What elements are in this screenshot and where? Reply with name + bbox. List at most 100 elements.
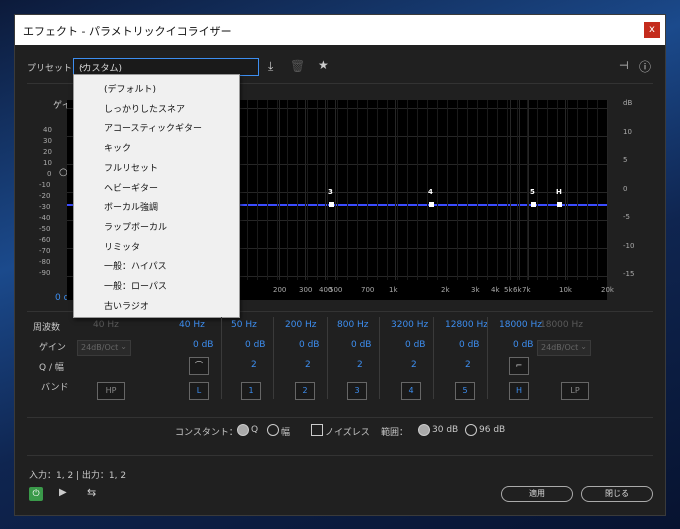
shelf-shape-icon[interactable]: ⌒ xyxy=(189,357,209,375)
band-toggle-button[interactable]: L xyxy=(189,382,209,400)
band-gain[interactable]: 0 dB xyxy=(459,340,479,350)
loop-icon[interactable]: ⇆ xyxy=(87,486,96,499)
power-icon[interactable]: ⏻ xyxy=(29,487,43,501)
band-freq[interactable]: 200 Hz xyxy=(285,320,317,330)
preset-option[interactable]: 一般：ローパス xyxy=(104,279,167,292)
range-96-radio[interactable] xyxy=(465,424,477,436)
routing-icon[interactable]: ⊣ xyxy=(619,59,629,72)
left-scale-tick: -10 xyxy=(39,181,51,189)
lp-slope-select[interactable]: 24dB/Oct ⌄ xyxy=(537,340,591,356)
constant-width-radio[interactable] xyxy=(267,424,279,436)
shelf-shape-icon[interactable]: ⌐ xyxy=(509,357,529,375)
grid-line xyxy=(397,100,398,280)
band-row-label: バンド xyxy=(41,383,69,393)
grid-line xyxy=(347,100,348,280)
save-preset-icon[interactable]: ⤓ xyxy=(268,59,273,74)
band-gain[interactable]: 0 dB xyxy=(351,340,371,350)
column-divider xyxy=(273,317,274,399)
close-dialog-button[interactable]: 閉じる xyxy=(581,486,653,502)
hp-freq[interactable]: 40 Hz xyxy=(93,320,119,330)
band-toggle-button[interactable]: 5 xyxy=(455,382,475,400)
preset-option[interactable]: リミッタ xyxy=(104,240,140,253)
hp-slope-select[interactable]: 24dB/Oct ⌄ xyxy=(77,340,131,356)
band-q[interactable]: 2 xyxy=(305,360,311,370)
favorite-star-icon[interactable]: ★ xyxy=(318,58,329,72)
band-gain[interactable]: 0 dB xyxy=(245,340,265,350)
band-toggle-button[interactable]: 3 xyxy=(347,382,367,400)
band-freq[interactable]: 18000 Hz xyxy=(499,320,542,330)
constant-width-label: 幅 xyxy=(281,428,291,438)
preset-option[interactable]: ヘビーギター xyxy=(104,181,158,194)
preset-option[interactable]: ラップボーカル xyxy=(104,220,167,233)
band-q[interactable]: 2 xyxy=(251,360,257,370)
preset-option[interactable]: 古いラジオ xyxy=(104,299,149,312)
close-button[interactable]: x xyxy=(644,22,660,38)
grid-line xyxy=(317,100,318,280)
band-toggle-button[interactable]: 4 xyxy=(401,382,421,400)
window-title: エフェクト - パラメトリックイコライザー xyxy=(23,25,232,38)
left-scale-tick: -60 xyxy=(39,236,51,244)
eq-node[interactable] xyxy=(429,202,434,207)
range-30-radio[interactable] xyxy=(418,424,430,436)
grid-line xyxy=(277,100,278,280)
freq-tick: 5k xyxy=(504,286,513,294)
freq-tick: 200 xyxy=(273,286,287,294)
band-gain[interactable]: 0 dB xyxy=(193,340,213,350)
preset-option[interactable]: (デフォルト) xyxy=(104,82,156,95)
preset-option[interactable]: アコースティックギター xyxy=(104,121,202,134)
band-q[interactable]: 2 xyxy=(357,360,363,370)
preset-option[interactable]: キック xyxy=(104,141,131,154)
freq-tick: 1k xyxy=(389,286,398,294)
apply-button[interactable]: 適用 xyxy=(501,486,573,502)
grid-line xyxy=(497,100,498,280)
left-scale-tick: -40 xyxy=(39,214,51,222)
grid-line xyxy=(447,100,448,280)
grid-line xyxy=(510,100,511,280)
grid-line xyxy=(335,100,336,280)
band-freq[interactable]: 12800 Hz xyxy=(445,320,488,330)
left-scale-tick: -90 xyxy=(39,269,51,277)
grid-line xyxy=(417,100,418,280)
band-toggle-button[interactable]: H xyxy=(509,382,529,400)
grid-line xyxy=(387,100,388,280)
band-q[interactable]: 2 xyxy=(411,360,417,370)
noiseless-checkbox[interactable] xyxy=(311,424,323,436)
grid-line xyxy=(565,100,566,280)
eq-node[interactable] xyxy=(329,202,334,207)
play-icon[interactable]: ▶ xyxy=(59,487,67,498)
lp-freq[interactable]: 18000 Hz xyxy=(540,320,583,330)
preset-option[interactable]: 一般：ハイパス xyxy=(104,259,167,272)
constant-q-radio[interactable] xyxy=(237,424,249,436)
hp-button[interactable]: HP xyxy=(97,382,125,400)
band-freq[interactable]: 50 Hz xyxy=(231,320,257,330)
grid-line xyxy=(467,100,468,280)
band-freq[interactable]: 3200 Hz xyxy=(391,320,428,330)
range-label: 範囲： xyxy=(381,428,409,438)
info-icon[interactable]: ⓘ xyxy=(639,58,651,75)
divider xyxy=(27,455,653,456)
grid-line xyxy=(607,100,608,280)
chevron-down-icon: ⌄ xyxy=(79,61,87,71)
band-gain[interactable]: 0 dB xyxy=(513,340,533,350)
delete-preset-icon[interactable]: 🗑 xyxy=(290,59,305,73)
chevron-down-icon: ⌄ xyxy=(580,342,587,351)
eq-node[interactable] xyxy=(531,202,536,207)
band-toggle-button[interactable]: 2 xyxy=(295,382,315,400)
grid-line xyxy=(537,100,538,280)
band-freq[interactable]: 800 Hz xyxy=(337,320,369,330)
divider xyxy=(27,417,653,418)
lp-button[interactable]: LP xyxy=(561,382,589,400)
column-divider xyxy=(327,317,328,399)
eq-node[interactable] xyxy=(557,202,562,207)
left-scale-tick: 20 xyxy=(43,148,52,156)
preset-option[interactable]: しっかりしたスネア xyxy=(104,102,185,115)
preset-option[interactable]: フルリセット xyxy=(104,161,158,174)
band-gain[interactable]: 0 dB xyxy=(405,340,425,350)
band-gain[interactable]: 0 dB xyxy=(299,340,319,350)
left-scale-tick: -70 xyxy=(39,247,51,255)
band-q[interactable]: 2 xyxy=(465,360,471,370)
band-toggle-button[interactable]: 1 xyxy=(241,382,261,400)
q-row-label: Q / 幅 xyxy=(39,363,64,373)
band-freq[interactable]: 40 Hz xyxy=(179,320,205,330)
preset-option[interactable]: ボーカル強調 xyxy=(104,200,158,213)
